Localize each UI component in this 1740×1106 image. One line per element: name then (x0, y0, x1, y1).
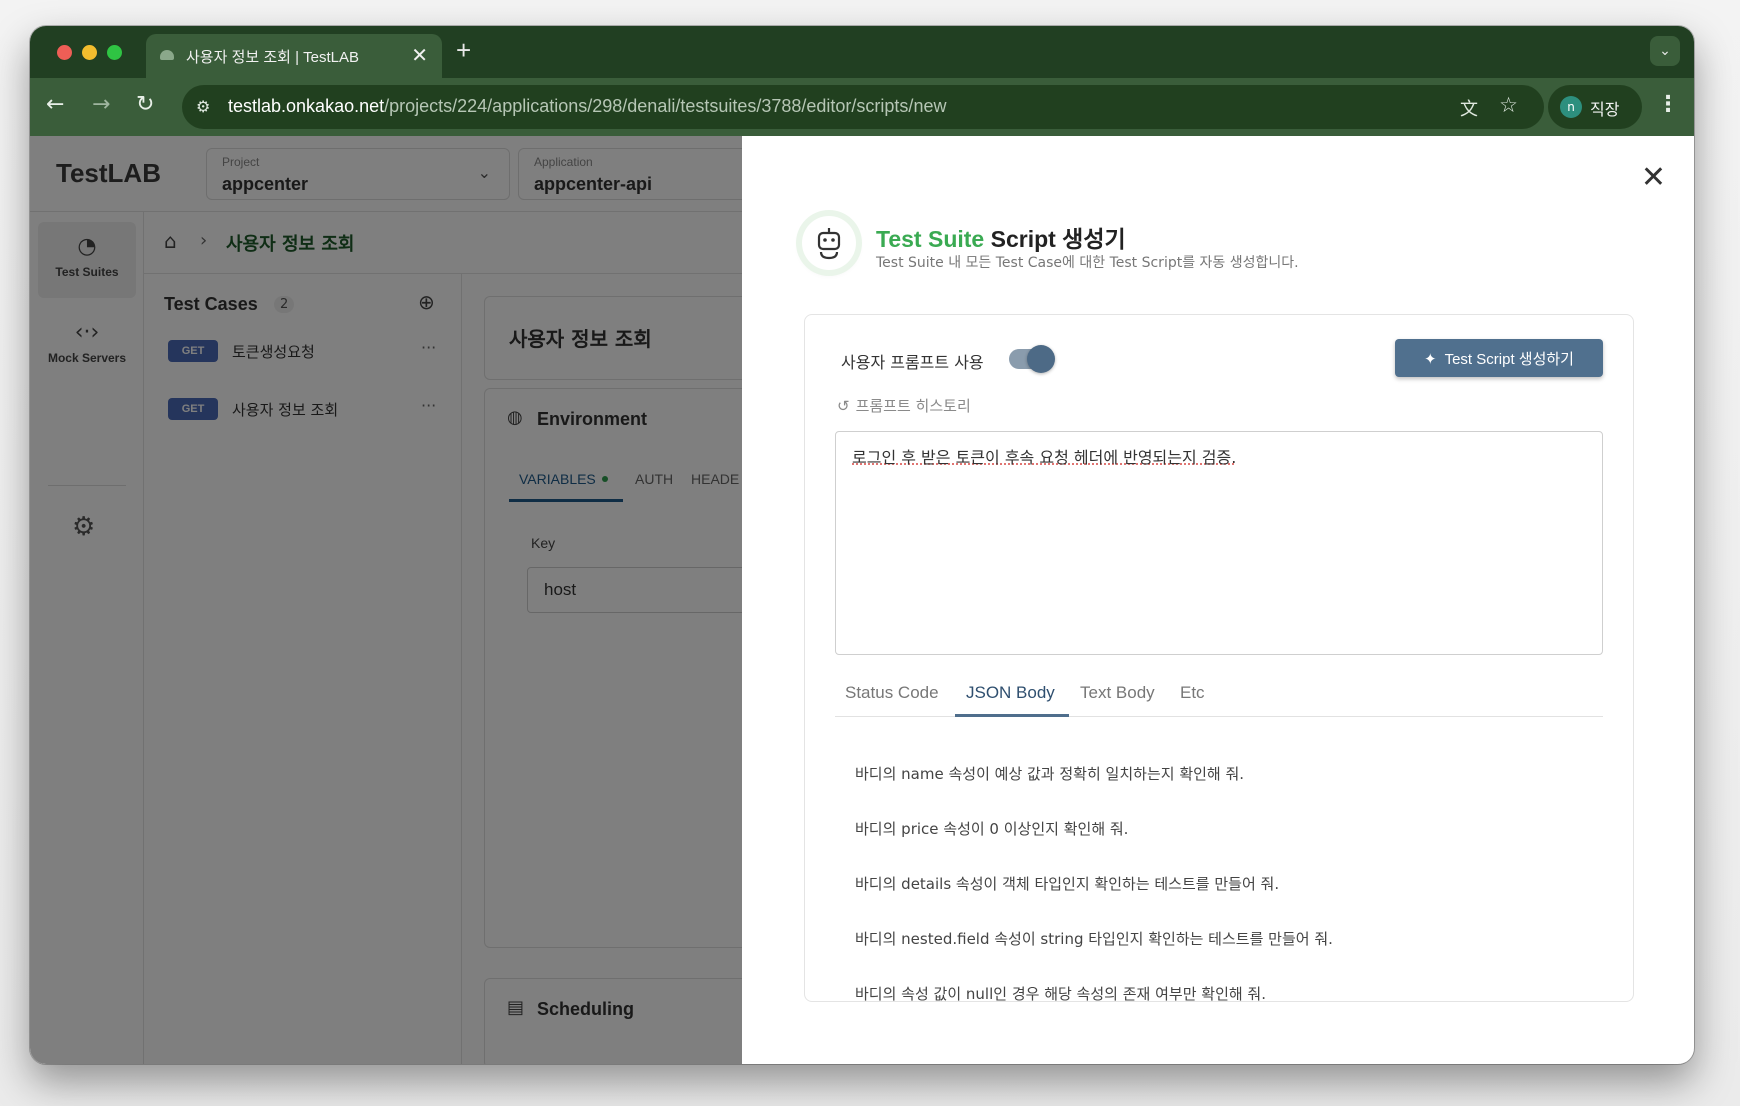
address-bar[interactable]: ⚙ testlab.onkakao.net/projects/224/appli… (182, 85, 1544, 129)
generate-script-button[interactable]: ✦ Test Script 생성하기 (1395, 339, 1603, 377)
chevron-down-icon: ⌄ (1659, 43, 1671, 59)
browser-tab[interactable]: 사용자 정보 조회 | TestLAB ✕ (146, 34, 442, 78)
tab-text-body[interactable]: Text Body (1080, 683, 1155, 703)
favicon-icon (160, 50, 174, 60)
browser-menu-icon[interactable]: ⋮ (1657, 92, 1679, 117)
drawer-subtitle: Test Suite 내 모든 Test Case에 대한 Test Scrip… (876, 255, 1299, 271)
site-settings-icon[interactable]: ⚙ (196, 97, 210, 116)
tab-title: 사용자 정보 조회 | TestLAB (186, 49, 360, 66)
sparkle-icon: ✦ (1424, 350, 1437, 368)
back-arrow-icon[interactable]: ← (46, 92, 64, 117)
tab-search-button[interactable]: ⌄ (1650, 36, 1680, 66)
translate-icon[interactable]: 文 (1460, 95, 1478, 121)
reload-icon[interactable]: ↻ (136, 92, 154, 117)
tab-close-icon[interactable]: ✕ (411, 43, 428, 68)
prompt-suggestion[interactable]: 바디의 name 속성이 예상 값과 정확히 일치하는지 확인해 줘. (855, 763, 1595, 784)
browser-toolbar: ← → ↻ ⚙ testlab.onkakao.net/projects/224… (30, 78, 1694, 136)
minimize-window-button[interactable] (82, 45, 97, 60)
prompt-suggestion[interactable]: 바디의 nested.field 속성이 string 타입인지 확인하는 테스… (855, 928, 1595, 949)
maximize-window-button[interactable] (107, 45, 122, 60)
drawer-title-accent: Test Suite (876, 226, 985, 252)
prompt-suggestion[interactable]: 바디의 price 속성이 0 이상인지 확인해 줘. (855, 818, 1595, 839)
browser-window: 사용자 정보 조회 | TestLAB ✕ + ⌄ ← → ↻ ⚙ testla… (30, 26, 1694, 1064)
prompt-textarea[interactable]: 로그인 후 받은 토큰이 후속 요청 헤더에 반영되는지 검증. (835, 431, 1603, 655)
drawer-title: Test Suite Script 생성기 (876, 220, 1126, 254)
avatar: n (1560, 96, 1582, 118)
profile-name: 직장 (1590, 100, 1620, 119)
user-prompt-toggle[interactable] (1009, 345, 1055, 373)
prompt-suggestion[interactable]: 바디의 속성 값이 null인 경우 해당 속성의 존재 여부만 확인해 줘. (855, 983, 1595, 1001)
tab-json-body[interactable]: JSON Body (966, 683, 1055, 703)
toggle-knob (1027, 345, 1055, 373)
prompt-panel: 사용자 프롬프트 사용 ✦ Test Script 생성하기 ↺ 프롬프트 히스토리… (804, 314, 1634, 1002)
profile-button[interactable]: n 직장 (1548, 85, 1642, 129)
tab-etc[interactable]: Etc (1180, 683, 1205, 703)
prompt-history-label: 프롬프트 히스토리 (855, 397, 971, 415)
script-generator-drawer: ✕ Test Suite Script 생성기 Test Suite 내 모든 … (742, 136, 1694, 1064)
app-content: TestLAB Project appcenter ⌄ Application … (30, 136, 1694, 1064)
prompt-suggestion[interactable]: 바디의 details 속성이 객체 타입인지 확인하는 테스트를 만들어 줘. (855, 873, 1595, 894)
close-icon[interactable]: ✕ (1641, 160, 1666, 195)
prompt-history-link[interactable]: ↺ 프롬프트 히스토리 (837, 395, 971, 416)
user-prompt-toggle-label: 사용자 프롬프트 사용 (841, 353, 984, 372)
history-icon: ↺ (837, 397, 850, 415)
robot-icon (802, 216, 856, 270)
prompt-category-tabs: Status Code JSON Body Text Body Etc (835, 675, 1603, 717)
drawer-title-rest: Script 생성기 (984, 226, 1126, 252)
url-text[interactable]: testlab.onkakao.net/projects/224/applica… (228, 96, 946, 117)
new-tab-button[interactable]: + (456, 35, 471, 66)
bookmark-star-icon[interactable]: ☆ (1499, 93, 1518, 117)
close-window-button[interactable] (57, 45, 72, 60)
active-tab-indicator (955, 714, 1069, 717)
tab-bar: 사용자 정보 조회 | TestLAB ✕ + ⌄ (30, 26, 1694, 78)
url-host: testlab.onkakao.net (228, 96, 385, 116)
tab-status-code[interactable]: Status Code (845, 683, 939, 703)
forward-arrow-icon[interactable]: → (92, 92, 110, 117)
url-path: /projects/224/applications/298/denali/te… (384, 96, 947, 116)
generate-script-label: Test Script 생성하기 (1444, 350, 1574, 368)
